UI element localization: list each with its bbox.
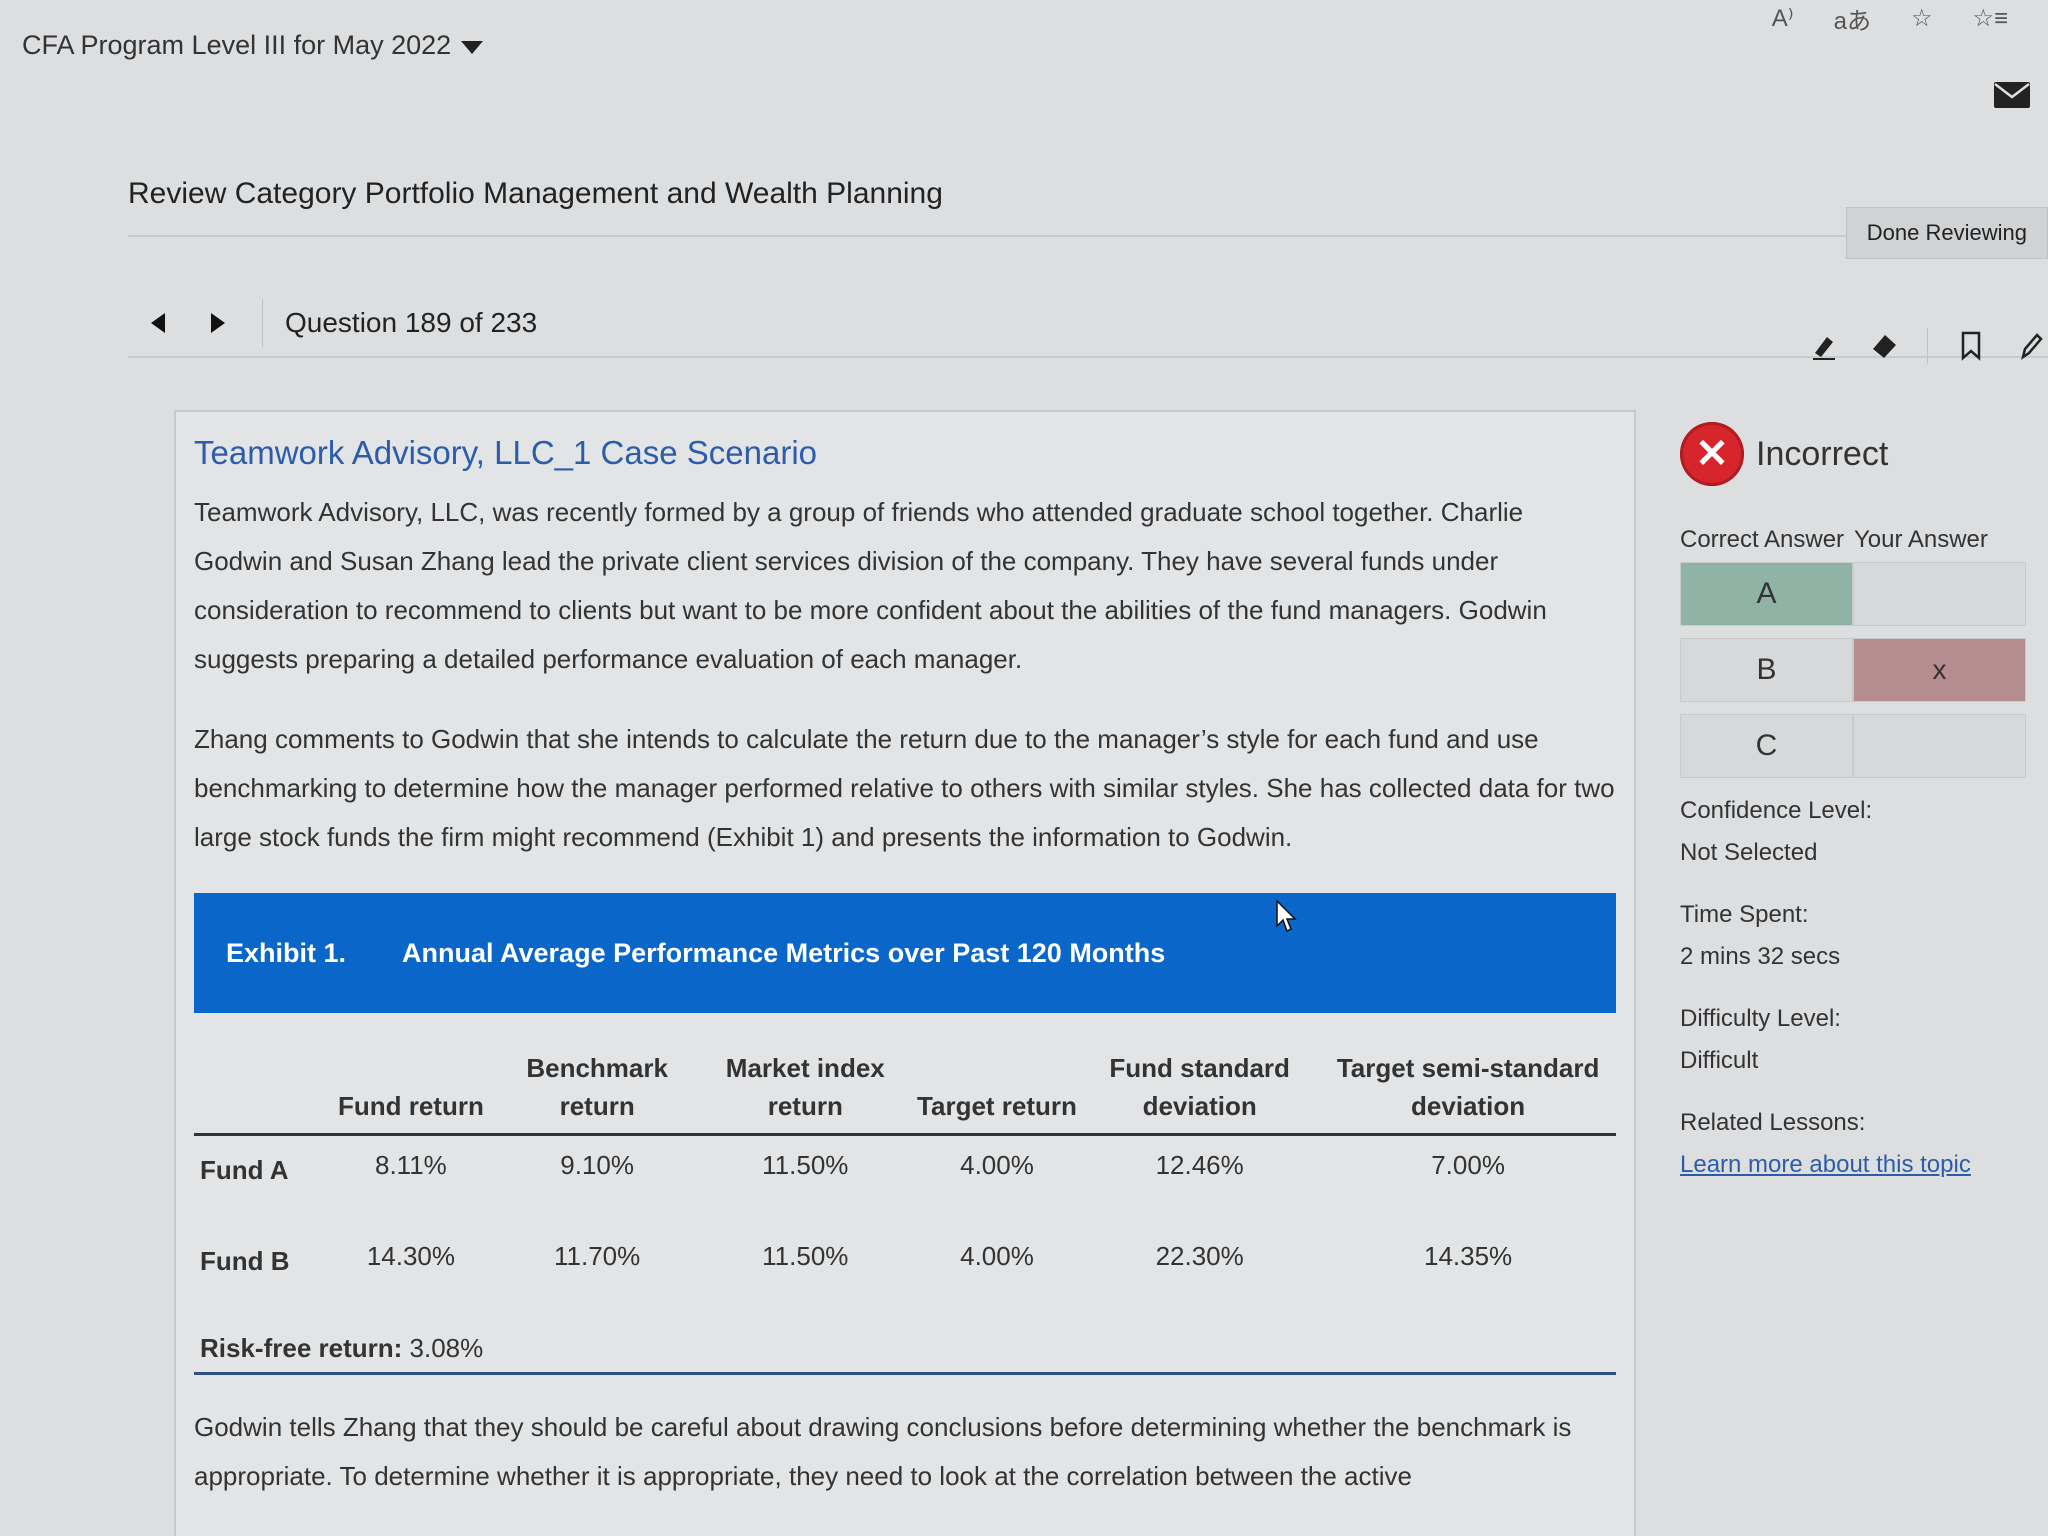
related-lessons-label: Related Lessons: — [1680, 1109, 1866, 1136]
bookmark-icon[interactable] — [1954, 329, 1988, 363]
confidence-value: Not Selected — [1680, 839, 1818, 866]
table-cell: 9.10% — [560, 1150, 634, 1180]
exhibit-banner: Exhibit 1. Annual Average Performance Me… — [194, 893, 1616, 1013]
prev-question-button[interactable] — [128, 293, 188, 353]
case-scenario-panel: Teamwork Advisory, LLC_1 Case Scenario T… — [174, 410, 1636, 1536]
table-cell: 4.00% — [960, 1240, 1034, 1271]
your-answer-b: x — [1853, 638, 2026, 702]
learn-more-link[interactable]: Learn more about this topic — [1680, 1144, 2030, 1186]
answer-row-c[interactable]: C — [1680, 714, 2026, 778]
answer-sidebar: ✕ Incorrect Correct Answer Your Answer A… — [1680, 418, 2030, 1186]
difficulty-value: Difficult — [1680, 1047, 1759, 1074]
mail-icon[interactable] — [1994, 82, 2030, 108]
answer-row-a[interactable]: A — [1680, 562, 2026, 626]
done-reviewing-button[interactable]: Done Reviewing — [1845, 207, 2048, 259]
table-cell: 22.30% — [1155, 1240, 1244, 1271]
table-header-market-index-return: Market index return — [695, 1049, 915, 1136]
risk-free-return: Risk-free return: 3.08% — [194, 1323, 1616, 1375]
risk-free-label: Risk-free return: — [200, 1332, 403, 1363]
program-selector[interactable]: CFA Program Level III for May 2022 — [22, 30, 484, 61]
table-cell: 11.50% — [762, 1150, 849, 1180]
question-meta: Confidence Level: Not Selected Time Spen… — [1680, 790, 2030, 1186]
mouse-cursor-icon — [1276, 900, 1297, 933]
eraser-icon[interactable] — [1867, 329, 1901, 363]
nav-divider — [262, 299, 263, 347]
browser-toolbar: A⁾ aあ ☆ ☆≡ — [1772, 0, 2008, 36]
question-navigation: Question 189 of 233 — [128, 290, 2048, 364]
time-spent-value: 2 mins 32 secs — [1680, 943, 1841, 970]
time-spent-label: Time Spent: — [1680, 901, 1809, 928]
risk-free-value: 3.08% — [409, 1332, 484, 1363]
favorite-add-icon[interactable]: ☆ — [1911, 4, 1933, 33]
your-answer-header: Your Answer — [1854, 526, 1988, 553]
answer-row-b[interactable]: B x — [1680, 638, 2026, 702]
table-header-blank — [194, 1049, 324, 1136]
answer-headers: Correct Answer Your Answer — [1680, 526, 2030, 554]
next-question-button[interactable] — [188, 293, 248, 353]
table-header-benchmark-return: Benchmark return — [498, 1049, 696, 1136]
case-paragraph-3: Godwin tells Zhang that they should be c… — [194, 1411, 1572, 1491]
highlighter-icon[interactable] — [1807, 329, 1841, 363]
table-cell: 14.30% — [366, 1240, 455, 1271]
review-category-title: Review Category Portfolio Management and… — [128, 177, 943, 210]
chevron-left-icon — [151, 313, 165, 333]
answer-option-c: C — [1680, 714, 1853, 778]
your-answer-a — [1853, 562, 2026, 626]
caret-down-icon — [461, 40, 484, 54]
table-header-target-semi-std-dev: Target semi-standard deviation — [1320, 1049, 1616, 1136]
annotation-tools — [1807, 328, 2048, 364]
exhibit-number: Exhibit 1. — [226, 937, 347, 968]
table-cell: 7.00% — [1431, 1150, 1505, 1180]
chevron-right-icon — [211, 313, 225, 333]
row-label: Fund A — [200, 1155, 289, 1185]
review-header: Review Category Portfolio Management and… — [128, 175, 2048, 259]
case-title: Teamwork Advisory, LLC_1 Case Scenario — [194, 434, 818, 471]
tools-divider — [1927, 328, 1928, 364]
program-title: CFA Program Level III for May 2022 — [22, 30, 452, 60]
result-status: ✕ Incorrect — [1680, 418, 2030, 490]
exhibit-title: Annual Average Performance Metrics over … — [402, 937, 1166, 968]
favorites-icon[interactable]: ☆≡ — [1972, 4, 2008, 33]
table-header-target-return: Target return — [914, 1049, 1080, 1136]
answer-grid: A B x C — [1680, 562, 2026, 778]
table-cell: 14.35% — [1423, 1240, 1513, 1271]
table-header-row: Fund return Benchmark return Market inde… — [194, 1049, 1616, 1136]
table-header-fund-return: Fund return — [323, 1049, 499, 1136]
answer-option-b: B — [1680, 638, 1853, 702]
correct-answer-header: Correct Answer — [1680, 526, 1845, 553]
case-paragraph-1: Teamwork Advisory, LLC, was recently for… — [194, 497, 1547, 674]
table-cell: 8.11% — [375, 1150, 447, 1180]
table-row: Fund A 8.11% 9.10% 11.50% 4.00% 12.46% 7… — [194, 1135, 1616, 1227]
table-cell: 4.00% — [960, 1150, 1034, 1180]
confidence-label: Confidence Level: — [1680, 797, 1873, 824]
table-cell: 11.70% — [554, 1240, 641, 1271]
question-counter: Question 189 of 233 — [285, 307, 538, 338]
table-header-fund-std-dev: Fund standard deviation — [1079, 1049, 1321, 1136]
exhibit-table: Fund return Benchmark return Market inde… — [194, 1049, 1616, 1319]
translate-icon[interactable]: aあ — [1834, 1, 1871, 36]
row-label: Fund B — [200, 1245, 290, 1276]
case-paragraph-2: Zhang comments to Godwin that she intend… — [194, 724, 1615, 852]
incorrect-x-icon: ✕ — [1680, 422, 1744, 486]
read-aloud-icon[interactable]: A⁾ — [1772, 4, 1794, 33]
pencil-icon[interactable] — [2014, 329, 2048, 363]
answer-option-a: A — [1680, 562, 1853, 626]
result-text: Incorrect — [1756, 434, 1889, 473]
your-answer-c — [1853, 714, 2026, 778]
table-cell: 11.50% — [762, 1240, 849, 1271]
table-row: Fund B 14.30% 11.70% 11.50% 4.00% 22.30%… — [194, 1227, 1616, 1319]
difficulty-label: Difficulty Level: — [1680, 1005, 1841, 1032]
table-cell: 12.46% — [1155, 1150, 1244, 1180]
